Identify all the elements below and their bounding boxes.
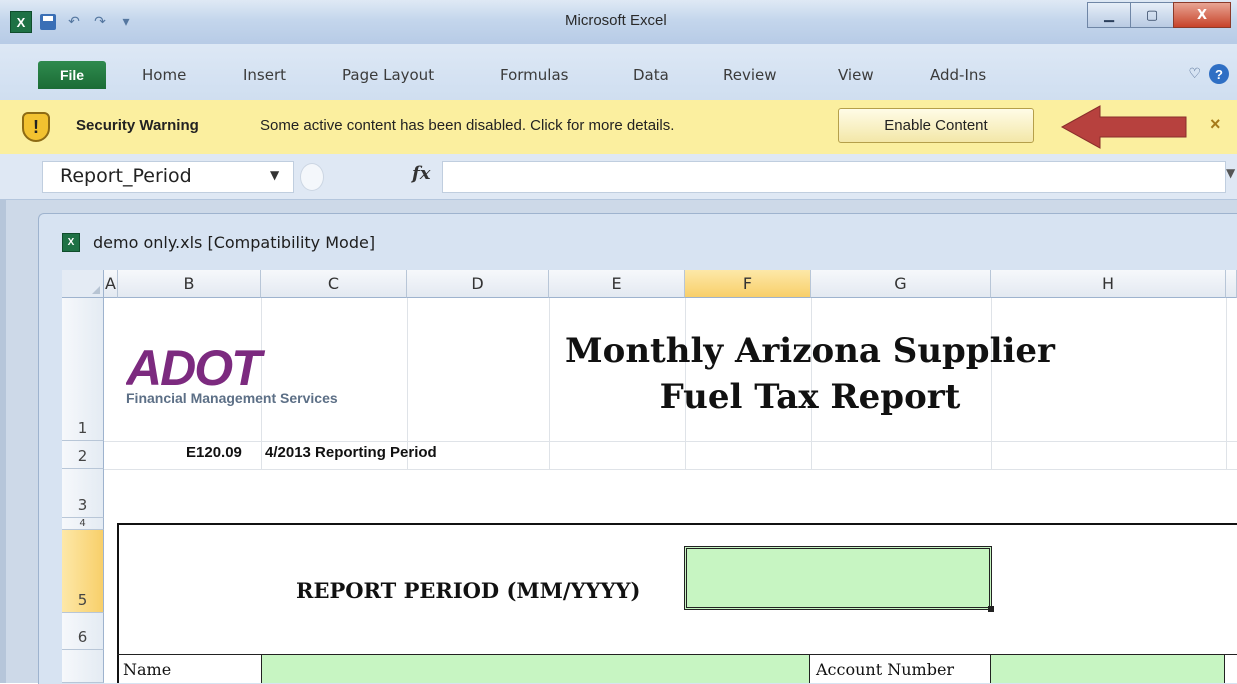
- column-header-d[interactable]: D: [407, 270, 549, 298]
- minimize-ribbon-icon[interactable]: ♡: [1188, 66, 1201, 82]
- column-header-c[interactable]: C: [261, 270, 407, 298]
- tab-file[interactable]: File: [38, 61, 106, 89]
- report-title: Monthly Arizona Supplier Fuel Tax Report: [540, 328, 1080, 420]
- column-header-g[interactable]: G: [811, 270, 991, 298]
- name-input[interactable]: [261, 655, 810, 683]
- tab-formulas[interactable]: Formulas: [500, 66, 568, 84]
- close-security-bar-icon[interactable]: ×: [1210, 114, 1221, 135]
- name-box[interactable]: Report_Period: [42, 161, 294, 193]
- column-header-h[interactable]: H: [991, 270, 1226, 298]
- tab-data[interactable]: Data: [633, 66, 669, 84]
- row-header-1[interactable]: 1: [62, 298, 104, 441]
- window-title: Microsoft Excel: [565, 12, 667, 29]
- workbook-title: demo only.xls [Compatibility Mode]: [93, 233, 376, 252]
- customize-qat-icon[interactable]: ▾: [116, 12, 136, 32]
- redo-icon[interactable]: ↷: [90, 12, 110, 32]
- name-box-dropdown-icon[interactable]: ▼: [270, 168, 279, 182]
- gridline: [104, 441, 1237, 442]
- tab-home[interactable]: Home: [142, 66, 186, 84]
- report-period-input[interactable]: [684, 546, 992, 610]
- close-button[interactable]: X: [1173, 2, 1231, 28]
- gridline: [1226, 298, 1227, 469]
- window-controls: ▁ ▢ X: [1087, 2, 1231, 28]
- column-header-b[interactable]: B: [118, 270, 261, 298]
- account-number-input[interactable]: [990, 655, 1225, 683]
- tab-review[interactable]: Review: [723, 66, 777, 84]
- tab-insert[interactable]: Insert: [243, 66, 286, 84]
- ribbon-right-icons: ♡ ?: [1188, 64, 1229, 84]
- enable-content-button[interactable]: Enable Content: [838, 108, 1034, 143]
- row-header-7[interactable]: [62, 650, 104, 683]
- excel-app-icon[interactable]: X: [10, 11, 32, 33]
- column-header-e[interactable]: E: [549, 270, 685, 298]
- select-all-corner[interactable]: [62, 270, 104, 298]
- report-title-line-2: Fuel Tax Report: [659, 377, 961, 417]
- formula-cancel-icon[interactable]: [300, 163, 324, 191]
- row-header-4[interactable]: 4: [62, 518, 104, 530]
- expand-formula-bar-icon[interactable]: ▼: [1226, 166, 1235, 180]
- name-label: Name: [123, 660, 172, 679]
- minimize-button[interactable]: ▁: [1087, 2, 1131, 28]
- insert-function-icon[interactable]: fx: [412, 163, 430, 184]
- column-header-f[interactable]: F: [685, 270, 811, 298]
- maximize-button[interactable]: ▢: [1130, 2, 1174, 28]
- formula-input[interactable]: [442, 161, 1226, 193]
- row-header-6[interactable]: 6: [62, 613, 104, 650]
- workbook-area-edge: [0, 200, 6, 683]
- tab-add-ins[interactable]: Add-Ins: [930, 66, 986, 84]
- tab-page-layout[interactable]: Page Layout: [342, 66, 434, 84]
- form-code-cell[interactable]: E120.09: [186, 444, 242, 461]
- row-header-3[interactable]: 3: [62, 469, 104, 518]
- reporting-period-cell[interactable]: 4/2013 Reporting Period: [265, 444, 437, 461]
- account-number-label: Account Number: [816, 660, 955, 679]
- pointer-arrow-icon: [1060, 105, 1187, 149]
- save-icon[interactable]: [38, 12, 58, 32]
- adot-logo-text: ADOT: [126, 345, 266, 391]
- column-header-i[interactable]: [1226, 270, 1237, 298]
- workbook-icon: X: [62, 233, 80, 252]
- report-title-line-1: Monthly Arizona Supplier: [565, 331, 1055, 371]
- security-warning-title: Security Warning: [76, 117, 199, 134]
- adot-logo: ADOT: [126, 345, 268, 391]
- quick-access-toolbar: X ↶ ↷ ▾: [10, 11, 136, 33]
- fill-handle[interactable]: [988, 606, 994, 612]
- row-header-2[interactable]: 2: [62, 441, 104, 469]
- gridline: [104, 469, 1237, 470]
- column-header-a[interactable]: A: [104, 270, 118, 298]
- logo-subtitle: Financial Management Services: [126, 390, 338, 406]
- undo-icon[interactable]: ↶: [64, 12, 84, 32]
- warning-shield-icon: !: [22, 112, 50, 142]
- help-icon[interactable]: ?: [1209, 64, 1229, 84]
- security-warning-message[interactable]: Some active content has been disabled. C…: [260, 117, 674, 134]
- report-period-label: REPORT PERIOD (MM/YYYY): [296, 578, 641, 603]
- row-header-5[interactable]: 5: [62, 530, 104, 613]
- tab-view[interactable]: View: [838, 66, 874, 84]
